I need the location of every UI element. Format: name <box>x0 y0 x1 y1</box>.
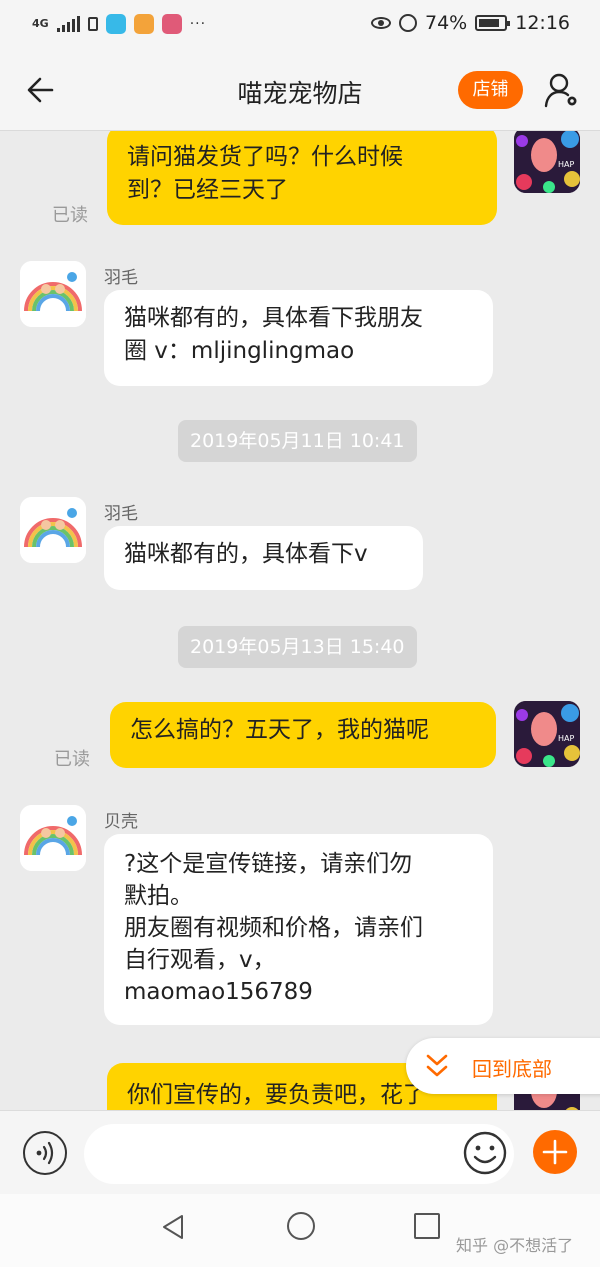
nav-recent-icon[interactable] <box>414 1213 440 1239</box>
app-notification-icon <box>133 14 154 34</box>
read-receipt: 已读 <box>52 205 88 226</box>
signal-icon <box>56 16 80 32</box>
rainbow-avatar-image <box>20 805 86 871</box>
message-bubble-mine[interactable]: 请问猫发货了吗？什么时候 到？已经三天了 <box>107 131 497 225</box>
alarm-icon <box>399 14 417 32</box>
shop-avatar[interactable] <box>20 497 86 563</box>
system-nav-bar: 知乎 @不想活了 <box>0 1194 600 1267</box>
birthday-avatar-image: HAP <box>514 131 580 193</box>
network-type: 4G <box>32 17 49 30</box>
message-bubble-mine[interactable]: 怎么搞的？五天了，我的猫呢 <box>110 702 496 768</box>
shop-avatar[interactable] <box>20 261 86 327</box>
sender-name: 贝壳 <box>104 812 138 832</box>
chat-header: 喵宠宠物店 店铺 <box>0 50 600 131</box>
nav-home-icon[interactable] <box>287 1212 315 1240</box>
status-right: 74% 12:16 <box>371 12 570 34</box>
emoji-icon[interactable] <box>462 1130 508 1176</box>
scroll-to-bottom-label: 回到底部 <box>472 1057 552 1081</box>
svg-text:HAP: HAP <box>558 160 574 169</box>
birthday-avatar-image: HAP <box>514 701 580 767</box>
my-avatar[interactable]: HAP <box>514 701 580 767</box>
sender-name: 羽毛 <box>104 268 138 288</box>
plus-glyph <box>542 1139 568 1165</box>
message-input[interactable] <box>84 1124 514 1184</box>
sender-name: 羽毛 <box>104 504 138 524</box>
my-avatar[interactable]: HAP <box>514 131 580 193</box>
message-bubble-received[interactable]: 猫咪都有的，具体看下v <box>104 526 423 590</box>
voice-waves-glyph <box>36 1141 54 1165</box>
chat-area[interactable]: 请问猫发货了吗？什么时候 到？已经三天了 已读 HAP 羽毛 猫咪都有的，具体看… <box>0 131 600 1110</box>
nav-back-icon[interactable] <box>158 1212 188 1242</box>
message-bubble-received[interactable]: 猫咪都有的，具体看下我朋友 圈 v：mljinglingmao <box>104 290 493 386</box>
app-notification-icon <box>161 14 182 34</box>
timestamp-divider: 2019年05月11日 10:41 <box>178 420 417 462</box>
svg-text:HAP: HAP <box>558 734 574 743</box>
eye-comfort-icon <box>371 17 391 29</box>
status-left: 4G ··· <box>32 14 206 34</box>
rainbow-avatar-image <box>20 497 86 563</box>
watermark: 知乎 @不想活了 <box>456 1236 574 1255</box>
app-notification-icon <box>105 14 126 34</box>
message-input-bar <box>0 1110 600 1194</box>
clock-time: 12:16 <box>515 12 570 34</box>
shop-avatar[interactable] <box>20 805 86 871</box>
rainbow-avatar-image <box>20 261 86 327</box>
voice-icon[interactable] <box>23 1131 67 1175</box>
timestamp-divider: 2019年05月13日 15:40 <box>178 626 417 668</box>
message-bubble-received[interactable]: ?这个是宣传链接，请亲们勿 默拍。 朋友圈有视频和价格，请亲们 自行观看，v， … <box>104 834 493 1025</box>
double-chevron-down-icon <box>426 1054 448 1077</box>
more-notifications-icon: ··· <box>189 16 207 32</box>
battery-percent: 74% <box>425 12 468 34</box>
shop-button[interactable]: 店铺 <box>458 71 523 109</box>
battery-icon <box>475 15 511 31</box>
plus-icon[interactable] <box>533 1130 577 1174</box>
status-bar: 4G ··· 74% 12:16 <box>0 0 600 50</box>
read-receipt: 已读 <box>54 749 90 770</box>
scroll-to-bottom-button[interactable]: 回到底部 <box>406 1038 600 1094</box>
user-settings-icon[interactable] <box>542 70 582 110</box>
hourglass-icon <box>87 17 98 31</box>
